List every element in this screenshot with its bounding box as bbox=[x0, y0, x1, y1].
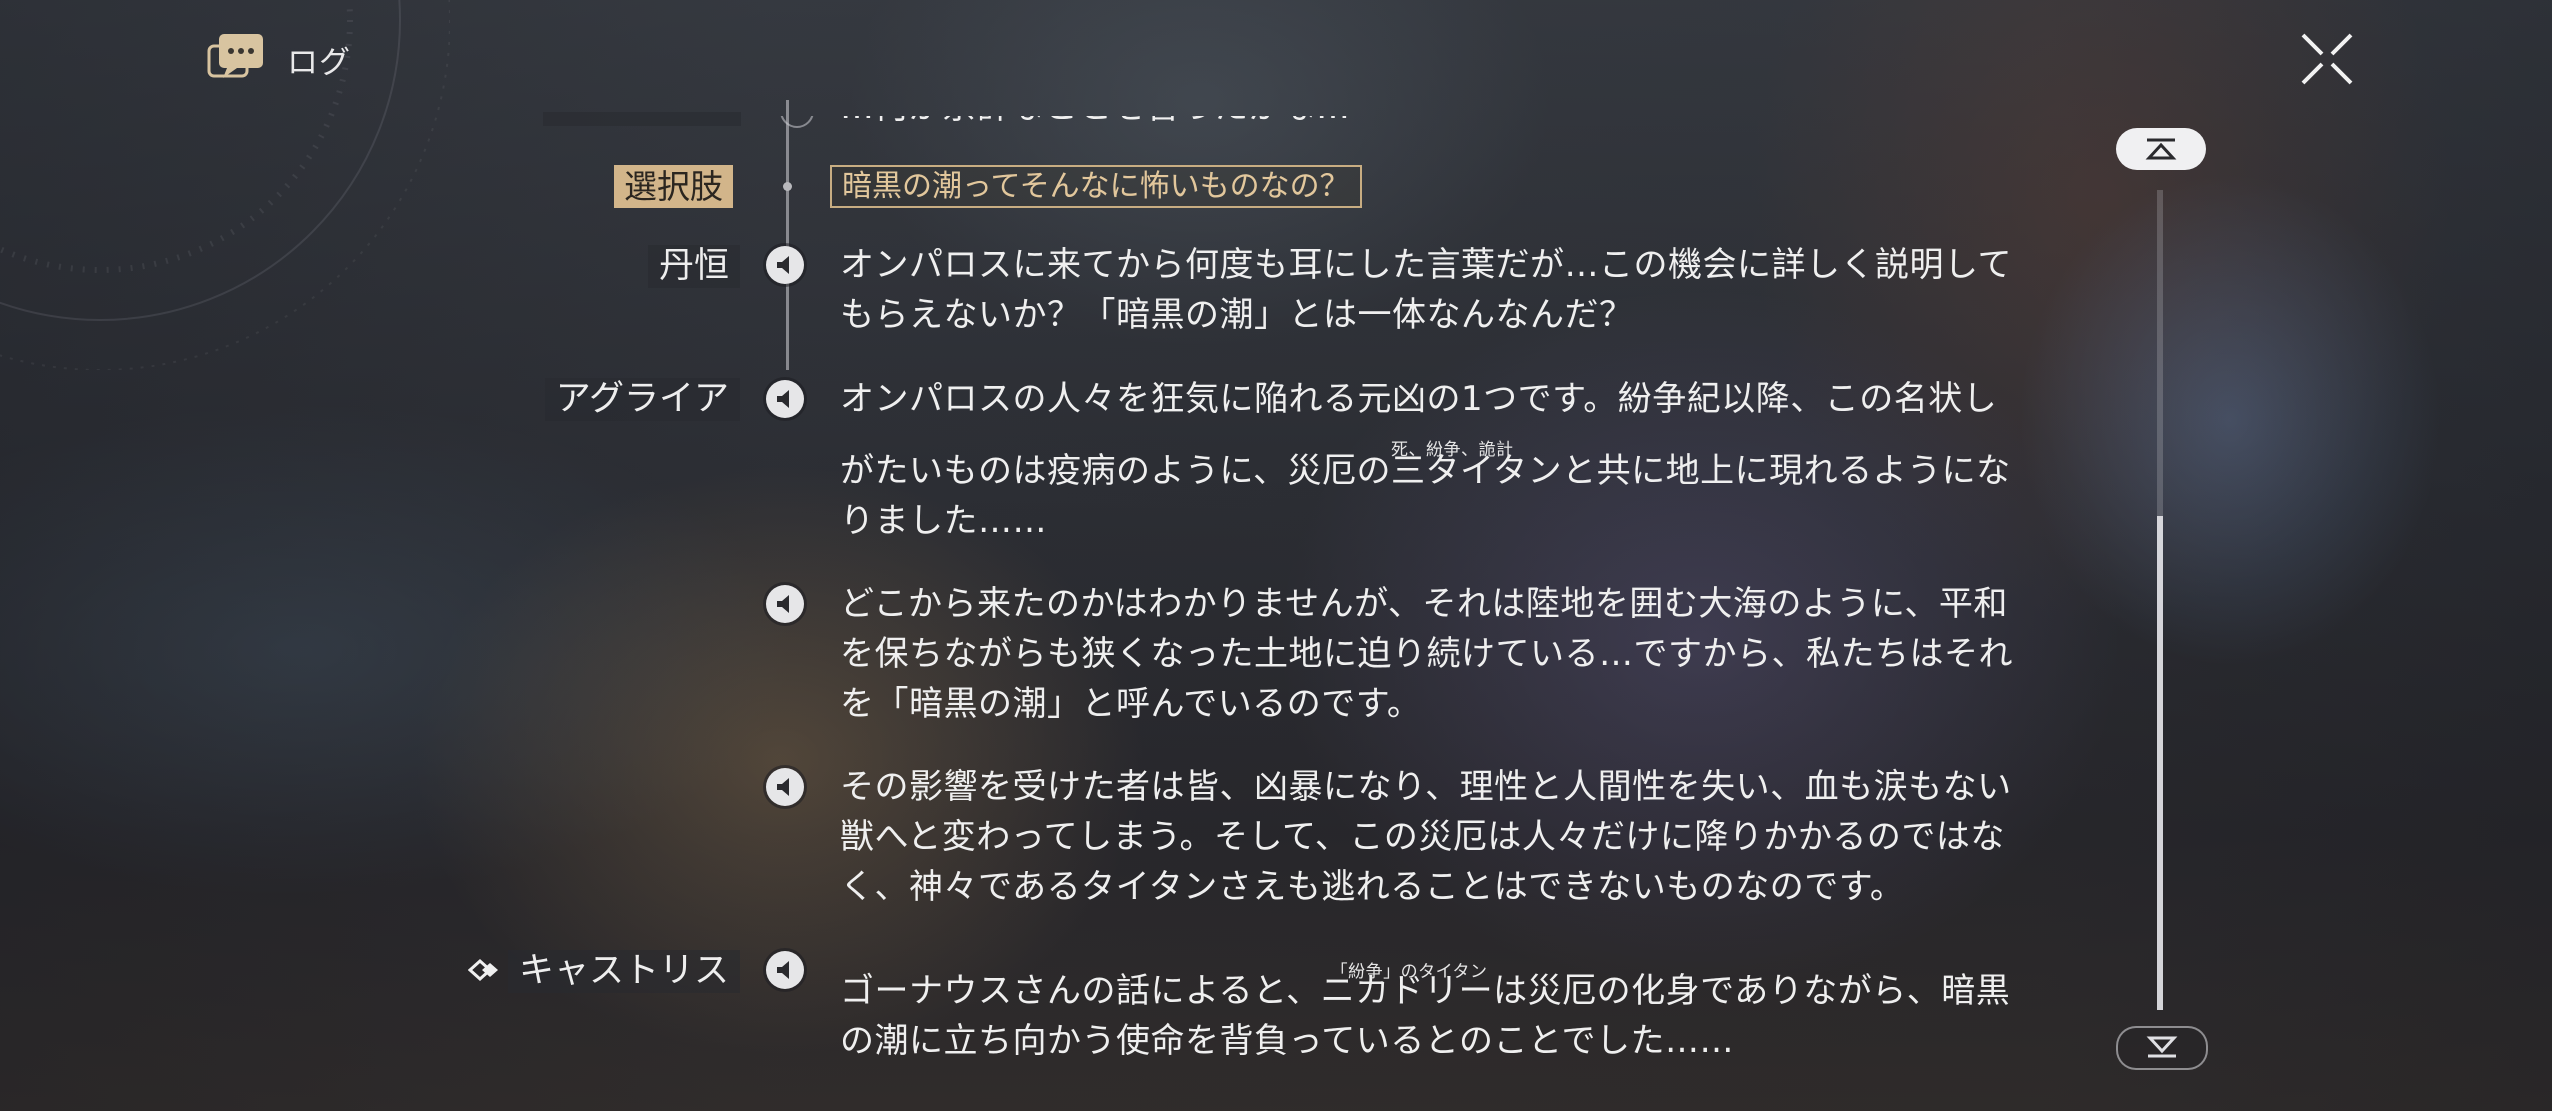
dialogue-line: を保ちながらも狭くなった土地に迫り続けている…ですから、私たちはそれ bbox=[840, 634, 2013, 674]
dialogue-line: を「暗黒の潮」と呼んでいるのです。 bbox=[840, 684, 1422, 724]
dialogue-text: その影響を受けた者は皆、凶暴になり、理性と人間性を失い、血も涙もない 獣へと変わ… bbox=[840, 762, 2070, 912]
voice-play-button[interactable] bbox=[766, 246, 804, 284]
scroll-to-top-button[interactable] bbox=[2116, 128, 2206, 170]
timeline-line bbox=[786, 100, 789, 370]
speaker-icon bbox=[777, 778, 789, 796]
choice-text: 暗黒の潮ってそんなに怖いものなの？ bbox=[830, 165, 1362, 208]
dialogue-line: その影響を受けた者は皆、凶暴になり、理性と人間性を失い、血も涙もない bbox=[840, 767, 2012, 807]
cut-off-entry: …何か余計なことを言ったかな… bbox=[540, 116, 2070, 130]
dialogue-line: もらえないか？「暗黒の潮」とは一体なんなんだ？ bbox=[840, 295, 1634, 335]
dialogue-line: どこから来たのかはわかりませんが、それは陸地を囲む大海のように、平和 bbox=[840, 584, 2008, 624]
ruby-base: 「紛争」のタイタン ニカドリー bbox=[1321, 962, 1494, 1011]
dialogue-line: りました…… bbox=[840, 501, 1047, 541]
scroll-to-bottom-button[interactable] bbox=[2116, 1026, 2208, 1070]
dialogue-line: オンパロスの人々を狂気に陥れる元凶の1つです。紛争紀以降、この名状し bbox=[840, 379, 1998, 419]
dialogue-text: オンパロスの人々を狂気に陥れる元凶の1つです。紛争紀以降、この名状し がたいもの… bbox=[840, 374, 2070, 546]
speaker-icon bbox=[777, 961, 789, 979]
dialogue-segment: と共に地上に現れるようにな bbox=[1562, 451, 2011, 491]
dialogue-segment: ゴーナウスさんの話によると、 bbox=[840, 971, 1321, 1011]
dialogue-line: の潮に立ち向かう使命を背負っているとのことでした…… bbox=[840, 1021, 1734, 1061]
dialogue-segment: は災厄の化身でありながら、暗黒 bbox=[1493, 971, 2011, 1011]
ruby-base: 死、紛争、詭計 三タイタン bbox=[1391, 440, 1562, 491]
scrollbar-thumb[interactable] bbox=[2157, 516, 2163, 1010]
voice-play-button[interactable] bbox=[766, 380, 804, 418]
chat-bubble-icon bbox=[207, 34, 263, 78]
speaker-name-tag: キャストリス bbox=[507, 950, 740, 993]
dialogue-line: ゴーナウスさんの話によると、 「紛争」のタイタン ニカドリーは災厄の化身でありながら… bbox=[840, 962, 2070, 1016]
dialogue-line: オンパロスに来てから何度も耳にした言葉だが…この機会に詳しく説明して bbox=[840, 245, 2012, 285]
choice-tag: 選択肢 bbox=[614, 165, 733, 208]
cut-off-text: …何か余計なことを言ったかな… bbox=[840, 116, 1350, 130]
dialogue-text: どこから来たのかはわかりませんが、それは陸地を囲む大海のように、平和 を保ちなが… bbox=[840, 579, 2070, 729]
voice-play-button[interactable] bbox=[766, 585, 804, 623]
dialogue-line: 獣へと変わってしまう。そして、この災厄は人々だけに降りかかるのではな bbox=[840, 817, 2005, 857]
log-header: ログ bbox=[205, 30, 351, 88]
speaker-name-tag: アグライア bbox=[544, 378, 740, 421]
scroll-top-icon bbox=[2145, 138, 2177, 160]
dialogue-line: がたいものは疫病のように、災厄の 死、紛争、詭計 三タイタンと共に地上に現れるように… bbox=[840, 440, 2070, 496]
scroll-bottom-icon bbox=[2146, 1036, 2178, 1058]
dialogue-text: ゴーナウスさんの話によると、 「紛争」のタイタン ニカドリーは災厄の化身でありながら… bbox=[840, 962, 2070, 1066]
speaker-icon bbox=[777, 256, 789, 274]
dialogue-line: く、神々であるタイタンさえも逃れることはできないものなのです。 bbox=[840, 867, 1905, 907]
dialogue-text: オンパロスに来てから何度も耳にした言葉だが…この機会に詳しく説明して もらえない… bbox=[840, 240, 2070, 340]
speaker-icon bbox=[777, 595, 789, 613]
voice-play-button[interactable] bbox=[766, 768, 804, 806]
close-icon[interactable] bbox=[2298, 30, 2356, 88]
page-title: ログ bbox=[287, 44, 351, 81]
ruby-annotation: 死、紛争、詭計 bbox=[1390, 440, 1514, 460]
speaker-name-tag: 丹恒 bbox=[647, 245, 740, 288]
timeline-dot bbox=[783, 182, 792, 191]
dialogue-segment: がたいものは疫病のように、災厄の bbox=[840, 451, 1391, 491]
current-speaker-marker-icon bbox=[468, 958, 498, 982]
voice-play-button[interactable] bbox=[766, 951, 804, 989]
speaker-icon bbox=[777, 390, 789, 408]
ruby-annotation: 「紛争」のタイタン bbox=[1330, 962, 1488, 982]
